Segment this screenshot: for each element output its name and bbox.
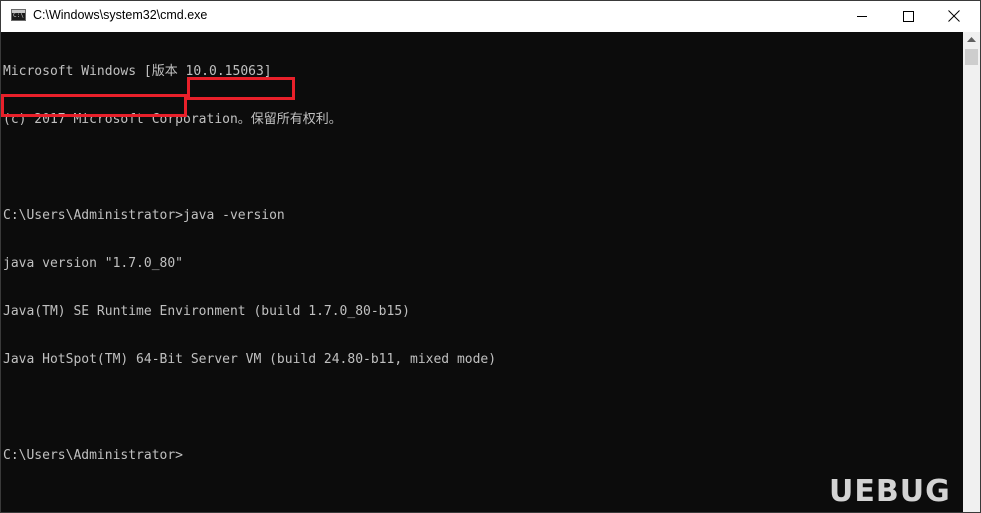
scroll-up-button[interactable]	[963, 32, 980, 49]
highlight-command-box	[187, 77, 295, 100]
console-line-runtime: Java(TM) SE Runtime Environment (build 1…	[3, 304, 410, 319]
close-icon	[948, 10, 960, 22]
minimize-button[interactable]	[839, 1, 885, 32]
window-title: C:\Windows\system32\cmd.exe	[33, 8, 208, 22]
chevron-up-icon	[967, 37, 976, 42]
console-line-command: C:\Users\Administrator>java -version	[3, 208, 285, 223]
scroll-thumb[interactable]	[965, 49, 978, 65]
watermark-logo: UEBUG	[829, 474, 951, 509]
highlight-version-box	[1, 94, 187, 117]
console-line-java-version: java version "1.7.0_80"	[3, 256, 184, 271]
cmd-window: C:\ C:\Windows\system32\cmd.exe Microsof…	[0, 0, 981, 513]
close-button[interactable]	[931, 1, 977, 32]
console-line-vm: Java HotSpot(TM) 64-Bit Server VM (build…	[3, 352, 497, 367]
title-bar[interactable]: C:\ C:\Windows\system32\cmd.exe	[1, 1, 980, 32]
cmd-icon-prompt: C:\	[13, 12, 24, 19]
maximize-button[interactable]	[885, 1, 931, 32]
console-output[interactable]: Microsoft Windows [版本 10.0.15063] (c) 20…	[1, 32, 963, 512]
minimize-icon	[857, 16, 867, 17]
vertical-scrollbar[interactable]	[963, 32, 980, 512]
console-line-blank-2	[3, 400, 496, 416]
cmd-icon[interactable]: C:\	[11, 9, 26, 21]
maximize-icon	[903, 11, 914, 22]
console-line-prompt: C:\Users\Administrator>	[3, 448, 184, 463]
